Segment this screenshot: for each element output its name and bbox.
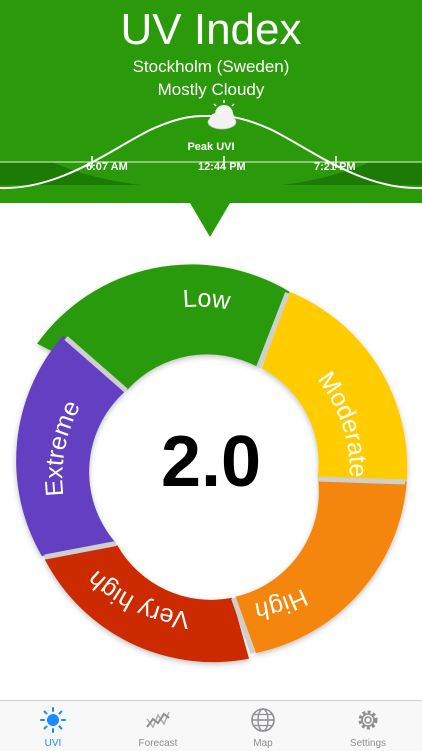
tab-label-uvi: UVI [44, 738, 62, 749]
peak-time: 12:44 PM [198, 161, 246, 173]
tab-settings[interactable]: Settings [328, 701, 408, 751]
header: UV Index Stockholm (Sweden) Mostly Cloud… [0, 0, 422, 203]
sun-icon [40, 707, 66, 733]
chart-icon [146, 711, 170, 729]
globe-icon [251, 708, 275, 732]
peak-uvi-label: Peak UVI [187, 141, 235, 153]
tab-uvi[interactable]: UVI [13, 701, 93, 751]
gauge-label-low: Low [182, 284, 233, 315]
location-label[interactable]: Stockholm (Sweden) [0, 57, 422, 77]
tab-label-map: Map [253, 738, 273, 749]
tab-label-settings: Settings [349, 738, 387, 749]
page-title: UV Index [120, 5, 302, 54]
partly-cloudy-icon [207, 100, 237, 130]
uv-index-value: 2.0 [160, 422, 262, 502]
weather-condition: Mostly Cloudy [157, 80, 265, 99]
tab-label-forecast: Forecast [138, 738, 178, 749]
tab-map[interactable]: Map [223, 701, 303, 751]
tab-bar: UVI Forecast Map Settings [0, 700, 422, 751]
tab-forecast[interactable]: Forecast [118, 701, 198, 751]
sunset-time: 7:21 PM [314, 161, 356, 173]
header-pointer [190, 203, 230, 237]
svg-text:Low: Low [182, 284, 233, 315]
gear-icon [358, 710, 378, 730]
sunrise-time: 6:07 AM [86, 161, 128, 173]
